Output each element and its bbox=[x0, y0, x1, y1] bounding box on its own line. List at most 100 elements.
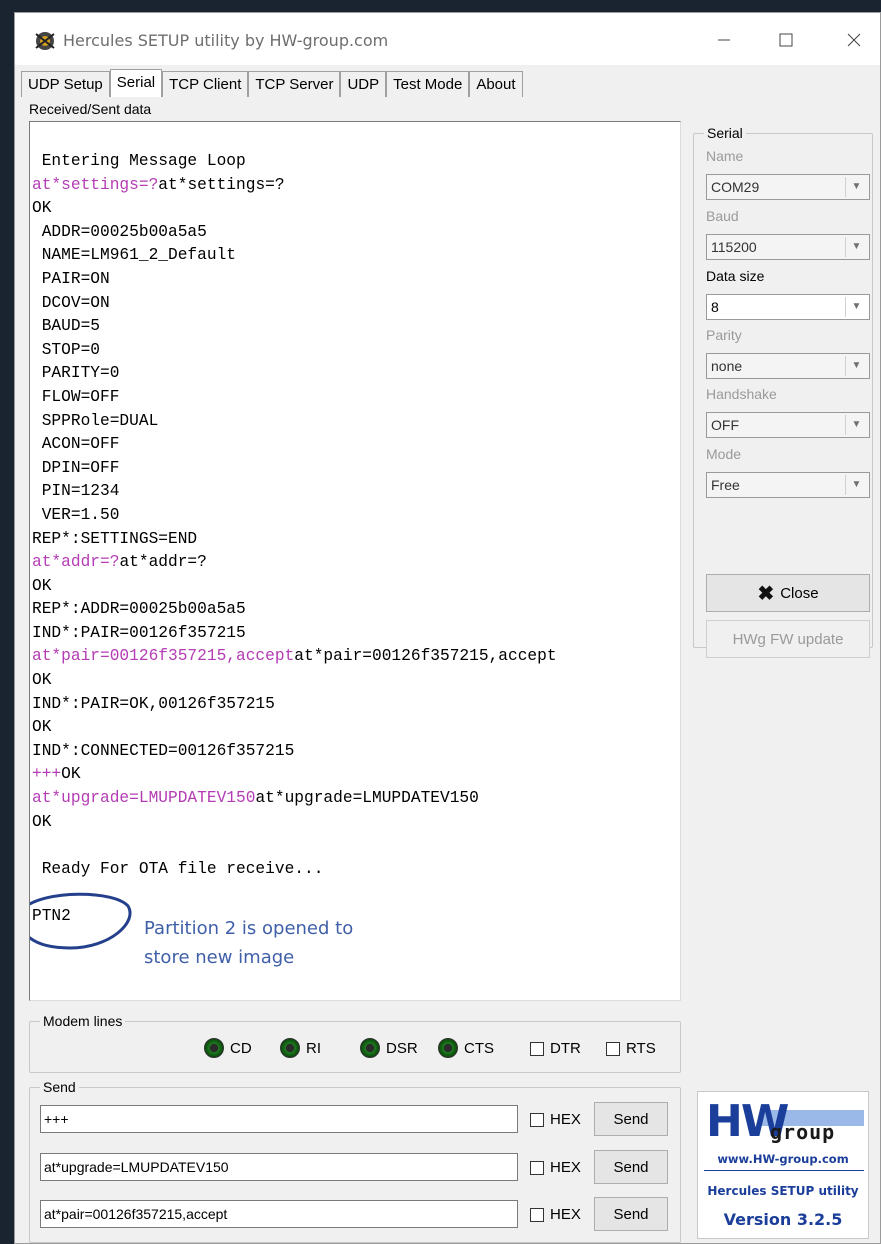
led-cts-icon bbox=[438, 1038, 458, 1058]
hex-label-1: HEX bbox=[550, 1111, 581, 1128]
dtr-checkbox[interactable]: DTR bbox=[530, 1040, 581, 1057]
send-button-1[interactable]: Send bbox=[594, 1102, 668, 1136]
terminal-line: PAIR=ON bbox=[32, 268, 680, 292]
received-text: SPPRole=DUAL bbox=[32, 411, 159, 430]
terminal-line: NAME=LM961_2_Default bbox=[32, 244, 680, 268]
dtr-checkbox-box[interactable] bbox=[530, 1041, 544, 1056]
logo-url: www.HW-group.com bbox=[717, 1152, 849, 1166]
tab-about[interactable]: About bbox=[469, 71, 523, 97]
terminal-line: PIN=1234 bbox=[32, 480, 680, 504]
name-select[interactable]: COM29 ▼ bbox=[706, 174, 870, 200]
serial-group-title: Serial bbox=[704, 125, 746, 141]
received-text: OK bbox=[32, 199, 52, 218]
received-data-terminal[interactable]: Entering Message Loop at*settings=?at*set… bbox=[29, 121, 681, 1001]
close-icon[interactable] bbox=[831, 23, 877, 57]
terminal-line: FLOW=OFF bbox=[32, 386, 680, 410]
tab-serial[interactable]: Serial bbox=[109, 69, 163, 97]
received-text: VER=1.50 bbox=[32, 505, 120, 524]
close-port-button[interactable]: ✖ Close bbox=[706, 574, 870, 612]
led-cts: CTS bbox=[438, 1038, 494, 1058]
received-sent-label: Received/Sent data bbox=[29, 101, 152, 117]
hex-checkbox-1[interactable]: HEX bbox=[530, 1111, 581, 1128]
send-input-2[interactable]: at*upgrade=LMUPDATEV150 bbox=[40, 1153, 518, 1181]
mode-select[interactable]: Free ▼ bbox=[706, 472, 870, 498]
chevron-down-icon[interactable]: ▼ bbox=[845, 415, 867, 435]
tab-tcp-server[interactable]: TCP Server bbox=[248, 71, 341, 97]
terminal-line: VER=1.50 bbox=[32, 504, 680, 528]
annotation-text: Partition 2 is opened to store new image bbox=[144, 918, 354, 968]
logo-version: Version 3.2.5 bbox=[723, 1210, 843, 1229]
led-cts-label: CTS bbox=[464, 1039, 494, 1057]
received-text: PARITY=0 bbox=[32, 364, 120, 383]
hex-checkbox-3[interactable]: HEX bbox=[530, 1206, 581, 1223]
tab-test-mode[interactable]: Test Mode bbox=[386, 71, 470, 97]
terminal-line: at*settings=?at*settings=? bbox=[32, 174, 680, 198]
received-text: REP*:SETTINGS=END bbox=[32, 529, 198, 548]
minimize-icon[interactable] bbox=[701, 23, 747, 57]
chevron-down-icon[interactable]: ▼ bbox=[845, 356, 867, 376]
chevron-down-icon[interactable]: ▼ bbox=[845, 475, 867, 495]
received-text: REP*:ADDR=00025b00a5a5 bbox=[32, 600, 246, 619]
received-text: OK bbox=[32, 718, 52, 737]
tab-strip: UDP Setup Serial TCP Client TCP Server U… bbox=[21, 69, 523, 97]
terminal-line: REP*:ADDR=00025b00a5a5 bbox=[32, 598, 680, 622]
data-size-select-value: 8 bbox=[711, 299, 719, 315]
led-cd: CD bbox=[204, 1038, 252, 1058]
chevron-down-icon[interactable]: ▼ bbox=[845, 297, 867, 317]
rts-checkbox-box[interactable] bbox=[606, 1041, 620, 1056]
send-input-1[interactable]: +++ bbox=[40, 1105, 518, 1133]
terminal-line: DPIN=OFF bbox=[32, 457, 680, 481]
terminal-line: OK bbox=[32, 669, 680, 693]
sent-text: at*pair=00126f357215,accept bbox=[32, 647, 295, 666]
terminal-line: Entering Message Loop bbox=[32, 150, 680, 174]
chevron-down-icon[interactable]: ▼ bbox=[845, 237, 867, 257]
hw-group-logo[interactable]: HW group www.HW-group.com Hercules SETUP… bbox=[697, 1091, 869, 1239]
received-text: ADDR=00025b00a5a5 bbox=[32, 222, 207, 241]
tab-tcp-client[interactable]: TCP Client bbox=[162, 71, 249, 97]
parity-select[interactable]: none ▼ bbox=[706, 353, 870, 379]
mode-label: Mode bbox=[706, 446, 742, 462]
led-dsr-label: DSR bbox=[386, 1039, 418, 1057]
baud-select[interactable]: 115200 ▼ bbox=[706, 234, 870, 260]
hex-checkbox-3-box[interactable] bbox=[530, 1207, 544, 1222]
maximize-icon[interactable] bbox=[763, 23, 809, 57]
parity-select-value: none bbox=[711, 358, 743, 374]
terminal-line: ADDR=00025b00a5a5 bbox=[32, 221, 680, 245]
received-text: PIN=1234 bbox=[32, 482, 120, 501]
handshake-select[interactable]: OFF ▼ bbox=[706, 412, 870, 438]
tab-udp[interactable]: UDP bbox=[340, 71, 387, 97]
data-size-select[interactable]: 8 ▼ bbox=[706, 294, 870, 320]
window-title: Hercules SETUP utility by HW-group.com bbox=[63, 31, 389, 50]
received-text: OK bbox=[32, 812, 52, 831]
received-text: STOP=0 bbox=[32, 340, 100, 359]
hex-checkbox-2-box[interactable] bbox=[530, 1160, 544, 1175]
hercules-app-icon bbox=[35, 32, 55, 50]
chevron-down-icon[interactable]: ▼ bbox=[845, 177, 867, 197]
dtr-label: DTR bbox=[550, 1040, 581, 1057]
led-dsr: DSR bbox=[360, 1038, 418, 1058]
send-button-2[interactable]: Send bbox=[594, 1150, 668, 1184]
led-cd-icon bbox=[204, 1038, 224, 1058]
hex-checkbox-1-box[interactable] bbox=[530, 1112, 544, 1127]
title-bar[interactable]: Hercules SETUP utility by HW-group.com bbox=[15, 13, 880, 65]
name-label: Name bbox=[706, 148, 744, 164]
hwg-fw-update-button[interactable]: HWg FW update bbox=[706, 620, 870, 658]
terminal-line: Ready For OTA file receive... bbox=[32, 858, 680, 882]
mode-select-value: Free bbox=[711, 477, 740, 493]
received-text: PAIR=ON bbox=[32, 269, 110, 288]
rts-checkbox[interactable]: RTS bbox=[606, 1040, 656, 1057]
serial-settings-group: Serial Name COM29 ▼ Baud 115200 ▼ Data size 8 ▼ P… bbox=[693, 125, 873, 658]
led-ri-icon bbox=[280, 1038, 300, 1058]
terminal-line: SPPRole=DUAL bbox=[32, 410, 680, 434]
send-button-3[interactable]: Send bbox=[594, 1197, 668, 1231]
sent-text: at*settings=? bbox=[32, 175, 159, 194]
send-input-3[interactable]: at*pair=00126f357215,accept bbox=[40, 1200, 518, 1228]
tab-udp-setup[interactable]: UDP Setup bbox=[21, 71, 110, 97]
terminal-line: IND*:CONNECTED=00126f357215 bbox=[32, 740, 680, 764]
terminal-line: OK bbox=[32, 811, 680, 835]
hex-checkbox-2[interactable]: HEX bbox=[530, 1159, 581, 1176]
received-text: OK bbox=[32, 671, 52, 690]
terminal-line: IND*:PAIR=00126f357215 bbox=[32, 622, 680, 646]
led-cd-label: CD bbox=[230, 1039, 252, 1057]
